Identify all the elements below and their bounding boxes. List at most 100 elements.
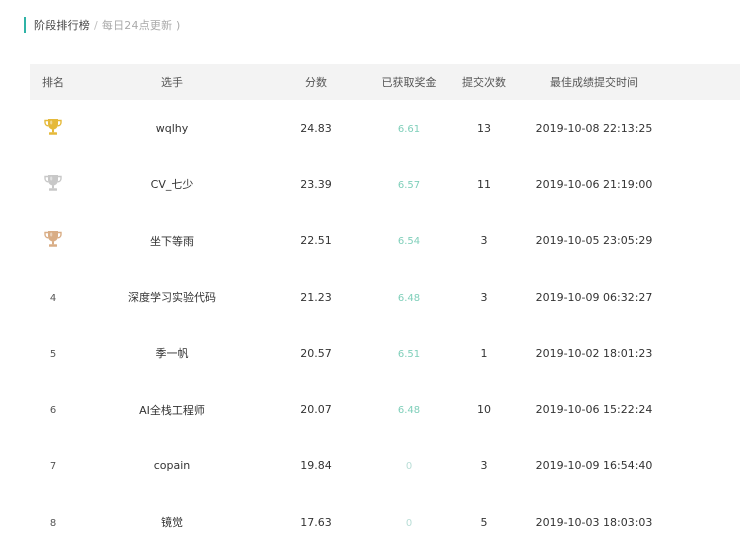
prize-value-text: 0: [405, 461, 413, 473]
trophy-gold-icon: [43, 118, 63, 139]
table-row: 坐下等雨 22.51 6.54 3 2019-10-05 23:05:29: [30, 213, 740, 269]
rank-cell: [30, 174, 76, 195]
prize-value: 6.48: [364, 291, 454, 304]
table-row: 6 AI全栈工程师 20.07 6.48 10 2019-10-06 15:22:24: [30, 381, 740, 437]
score-value-text: 22.51: [300, 234, 332, 248]
player-name: wqlhy: [76, 122, 268, 135]
table-header: 排名 选手 分数 已获取奖金 提交次数 最佳成绩提交时间: [30, 64, 740, 100]
player-name-text: 坐下等雨: [150, 234, 194, 248]
player-name: 深度学习实验代码: [76, 289, 268, 305]
best-time-value: 2019-10-05 23:05:29: [514, 234, 674, 247]
table-row: 4 深度学习实验代码 21.23 6.48 3 2019-10-09 06:32:27: [30, 269, 740, 325]
column-header-player: 选手: [161, 76, 183, 89]
prize-value-text: 6.48: [397, 292, 421, 304]
score-value-text: 17.63: [300, 515, 332, 529]
prize-value-text: 6.61: [397, 123, 421, 135]
player-name-text: AI全栈工程师: [139, 403, 205, 417]
score-value-text: 20.07: [300, 403, 332, 417]
leaderboard-title-bar: 阶段排行榜 / 每日24点更新 ): [24, 16, 181, 34]
score-value-text: 21.23: [300, 290, 332, 304]
submission-count-text: 3: [480, 459, 488, 473]
player-name: 镜觉: [76, 514, 268, 530]
column-header-prize: 已获取奖金: [381, 76, 437, 89]
page-title: 阶段排行榜: [34, 19, 90, 32]
rank-number: 5: [49, 348, 57, 360]
submission-count-text: 3: [480, 290, 488, 304]
rank-number: 6: [49, 405, 57, 417]
prize-value: 0: [364, 459, 454, 472]
submission-count: 1: [454, 347, 514, 360]
rank-cell: 7: [30, 459, 76, 472]
best-time-value: 2019-10-09 06:32:27: [514, 291, 674, 304]
player-name: copain: [76, 459, 268, 472]
best-time-value: 2019-10-03 18:03:03: [514, 516, 674, 529]
submission-count-text: 3: [480, 234, 488, 248]
prize-value-text: 6.57: [397, 179, 421, 191]
best-time-value: 2019-10-06 21:19:00: [514, 178, 674, 191]
prize-value-text: 6.48: [397, 405, 421, 417]
score-value-text: 24.83: [300, 121, 332, 135]
table-row: 8 镜觉 17.63 0 5 2019-10-03 18:03:03: [30, 494, 740, 550]
best-time-value: 2019-10-09 16:54:40: [514, 459, 674, 472]
rank-cell: 6: [30, 403, 76, 416]
leaderboard-table: 排名 选手 分数 已获取奖金 提交次数 最佳成绩提交时间 wqlhy 24.83 6…: [30, 64, 740, 550]
prize-value: 6.54: [364, 234, 454, 247]
best-time-value-text: 2019-10-03 18:03:03: [535, 515, 653, 529]
score-value: 22.51: [268, 234, 364, 247]
column-header-best-time: 最佳成绩提交时间: [550, 76, 638, 89]
prize-value-text: 6.54: [397, 236, 421, 248]
player-name-text: copain: [153, 459, 191, 473]
prize-value-text: 0: [405, 517, 413, 529]
best-time-value-text: 2019-10-02 18:01:23: [535, 346, 653, 360]
column-header-submissions: 提交次数: [462, 76, 506, 89]
table-row: 7 copain 19.84 0 3 2019-10-09 16:54:40: [30, 438, 740, 494]
submission-count: 10: [454, 403, 514, 416]
rank-cell: 4: [30, 291, 76, 304]
table-row: 5 季一帆 20.57 6.51 1 2019-10-02 18:01:23: [30, 325, 740, 381]
score-value: 20.07: [268, 403, 364, 416]
best-time-value: 2019-10-02 18:01:23: [514, 347, 674, 360]
prize-value: 0: [364, 516, 454, 529]
submission-count-text: 11: [477, 177, 491, 191]
best-time-value-text: 2019-10-09 06:32:27: [535, 290, 653, 304]
player-name: 坐下等雨: [76, 233, 268, 249]
score-value-text: 19.84: [300, 459, 332, 473]
player-name: CV_七少: [76, 176, 268, 192]
score-value-text: 20.57: [300, 346, 332, 360]
submission-count-text: 10: [477, 403, 491, 417]
score-value: 23.39: [268, 178, 364, 191]
player-name-text: 季一帆: [155, 347, 189, 361]
best-time-value-text: 2019-10-08 22:13:25: [535, 121, 653, 135]
submission-count: 3: [454, 234, 514, 247]
submission-count: 3: [454, 459, 514, 472]
player-name: 季一帆: [76, 345, 268, 361]
best-time-value: 2019-10-08 22:13:25: [514, 122, 674, 135]
table-body: wqlhy 24.83 6.61 13 2019-10-08 22:13:25 CV_七少…: [30, 100, 740, 550]
score-value: 17.63: [268, 516, 364, 529]
submission-count: 5: [454, 516, 514, 529]
player-name-text: CV_七少: [150, 178, 194, 192]
column-header-rank: 排名: [42, 76, 64, 89]
score-value: 20.57: [268, 347, 364, 360]
column-header-score: 分数: [305, 76, 327, 89]
best-time-value-text: 2019-10-06 21:19:00: [535, 177, 653, 191]
submission-count: 3: [454, 291, 514, 304]
prize-value: 6.48: [364, 403, 454, 416]
prize-value: 6.51: [364, 347, 454, 360]
trophy-silver-icon: [43, 174, 63, 195]
score-value: 19.84: [268, 459, 364, 472]
submission-count: 11: [454, 178, 514, 191]
rank-number: 7: [49, 461, 57, 473]
rank-cell: 5: [30, 347, 76, 360]
update-note: 每日24点更新 ): [101, 19, 181, 32]
best-time-value-text: 2019-10-05 23:05:29: [535, 234, 653, 248]
prize-value: 6.57: [364, 178, 454, 191]
submission-count: 13: [454, 122, 514, 135]
submission-count-text: 1: [480, 346, 488, 360]
rank-cell: [30, 118, 76, 139]
table-row: wqlhy 24.83 6.61 13 2019-10-08 22:13:25: [30, 100, 740, 156]
table-row: CV_七少 23.39 6.57 11 2019-10-06 21:19:00: [30, 156, 740, 212]
score-value-text: 23.39: [300, 177, 332, 191]
best-time-value: 2019-10-06 15:22:24: [514, 403, 674, 416]
prize-value: 6.61: [364, 122, 454, 135]
